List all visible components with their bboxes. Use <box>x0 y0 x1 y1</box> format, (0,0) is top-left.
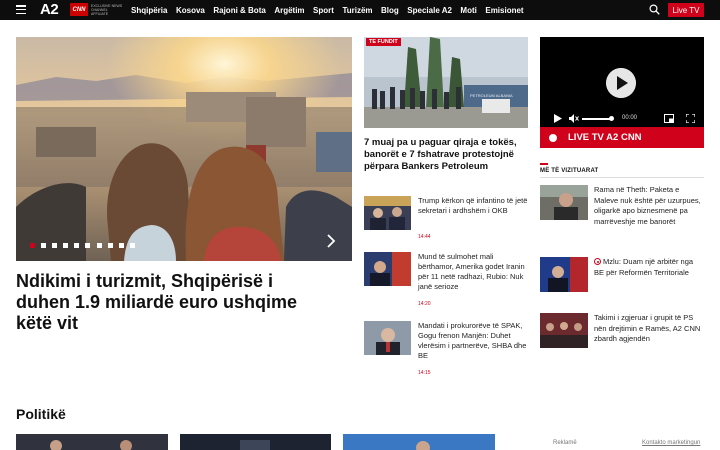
player-play-icon[interactable] <box>554 114 562 123</box>
news-item[interactable]: Trump kërkon që infantino të jetë sekret… <box>364 196 528 240</box>
most-viewed-thumbnail <box>540 257 588 292</box>
section-accent <box>540 163 548 165</box>
politics-thumbnail[interactable] <box>16 434 168 450</box>
live-indicator-icon <box>549 133 557 142</box>
most-viewed-headline: Takimi i zgjeruar i grupit të PS nën dre… <box>594 313 701 343</box>
search-icon[interactable] <box>649 4 660 15</box>
nav-item-sport[interactable]: Sport <box>313 6 334 15</box>
news-headline: Mandati i prokurorëve të SPAK, Gogu fren… <box>418 321 527 360</box>
nav-item-speciale-a2[interactable]: Speciale A2 <box>407 6 452 15</box>
logo-tagline: Exclusive news channel affiliate <box>91 4 123 17</box>
featured-image-caption: PETROLEUM ALBANIA <box>470 93 513 98</box>
nav-item-kosova[interactable]: Kosova <box>176 6 205 15</box>
news-headline: Trump kërkon që infantino të jetë sekret… <box>418 196 528 215</box>
slide-dot-10[interactable] <box>129 243 135 248</box>
player-time: 00:00 <box>622 115 638 121</box>
nav-item-argetim[interactable]: Argëtim <box>274 6 304 15</box>
site-logo[interactable]: A2 <box>40 2 59 18</box>
most-viewed-heading: MË TË VIZITUARAT <box>540 168 599 174</box>
most-viewed-headline: Mzlu: Duam një arbitër nga BE për Reform… <box>594 257 704 278</box>
news-item[interactable]: Mund të sulmohet mali bërthamor, Amerika… <box>364 252 528 307</box>
featured-image[interactable]: PETROLEUM ALBANIA <box>364 37 528 128</box>
news-item[interactable]: Mandati i prokurorëve të SPAK, Gogu fren… <box>364 321 528 376</box>
slide-dot-8[interactable] <box>107 243 113 248</box>
live-tv-label: LIVE TV A2 CNN <box>568 132 642 143</box>
picture-in-picture-icon[interactable] <box>664 114 674 123</box>
volume-slider[interactable] <box>582 118 612 120</box>
news-thumbnail <box>364 252 411 286</box>
hero-image[interactable] <box>16 37 352 261</box>
most-viewed-headline-text: Mzlu: Duam një arbitër nga BE për Reform… <box>594 257 694 277</box>
slide-dot-1[interactable] <box>30 243 35 248</box>
chevron-right-icon[interactable] <box>326 234 336 248</box>
slide-dot-7[interactable] <box>96 243 102 248</box>
featured-headline[interactable]: 7 muaj pa u paguar qiraja e tokës, banor… <box>364 137 528 173</box>
ad-label: Reklamë <box>553 440 577 446</box>
nav-item-moti[interactable]: Moti <box>460 6 476 15</box>
nav-item-emisionet[interactable]: Emisionet <box>485 6 523 15</box>
section-title-politike[interactable]: Politikë <box>16 406 66 422</box>
main-nav: Shqipëria Kosova Rajoni & Bota Argëtim S… <box>131 0 532 20</box>
play-icon[interactable] <box>606 68 636 98</box>
hero-slide-indicators <box>30 243 141 248</box>
most-viewed-headline: Rama në Theth: Paketa e Maleve nuk është… <box>594 185 701 226</box>
news-timestamp: 14:44 <box>418 234 431 240</box>
volume-slider-handle[interactable] <box>609 116 614 121</box>
latest-badge: TE FUNDIT <box>366 38 401 46</box>
nav-item-shqiperia[interactable]: Shqipëria <box>131 6 167 15</box>
live-icon <box>594 258 601 265</box>
section-divider <box>540 177 704 178</box>
most-viewed-item[interactable]: Mzlu: Duam një arbitër nga BE për Reform… <box>540 257 704 303</box>
slide-dot-6[interactable] <box>85 243 91 248</box>
news-thumbnail <box>364 321 411 355</box>
menu-icon[interactable] <box>16 5 26 15</box>
most-viewed-thumbnail <box>540 185 588 220</box>
slide-dot-9[interactable] <box>118 243 124 248</box>
politics-thumbnail[interactable] <box>343 434 495 450</box>
nav-item-rajoni-bota[interactable]: Rajoni & Bota <box>213 6 265 15</box>
nav-item-turizem[interactable]: Turizëm <box>342 6 372 15</box>
slide-dot-3[interactable] <box>52 243 58 248</box>
cnn-logo: CNN <box>70 3 88 16</box>
news-timestamp: 14:15 <box>418 370 431 376</box>
most-viewed-thumbnail <box>540 313 588 348</box>
politics-thumbnail[interactable] <box>180 434 331 450</box>
most-viewed-item[interactable]: Takimi i zgjeruar i grupit të PS nën dre… <box>540 313 704 359</box>
fullscreen-icon[interactable] <box>686 114 695 123</box>
slide-dot-5[interactable] <box>74 243 80 248</box>
contact-marketing-link[interactable]: Kontakto marketingun <box>642 440 700 446</box>
news-timestamp: 14:20 <box>418 301 431 307</box>
news-thumbnail <box>364 196 411 230</box>
slide-dot-4[interactable] <box>63 243 69 248</box>
live-tv-banner[interactable]: LIVE TV A2 CNN <box>540 127 704 148</box>
news-headline: Mund të sulmohet mali bërthamor, Amerika… <box>418 252 525 291</box>
most-viewed-item[interactable]: Rama në Theth: Paketa e Maleve nuk është… <box>540 185 704 231</box>
slide-dot-2[interactable] <box>41 243 47 248</box>
top-navigation-bar: A2 CNN Exclusive news channel affiliate … <box>0 0 720 20</box>
nav-item-blog[interactable]: Blog <box>381 6 399 15</box>
volume-muted-icon[interactable] <box>569 114 579 123</box>
hero-headline[interactable]: Ndikimi i turizmit, Shqipërisë i duhen 1… <box>16 271 316 334</box>
live-tv-button[interactable]: Live TV <box>668 3 704 17</box>
